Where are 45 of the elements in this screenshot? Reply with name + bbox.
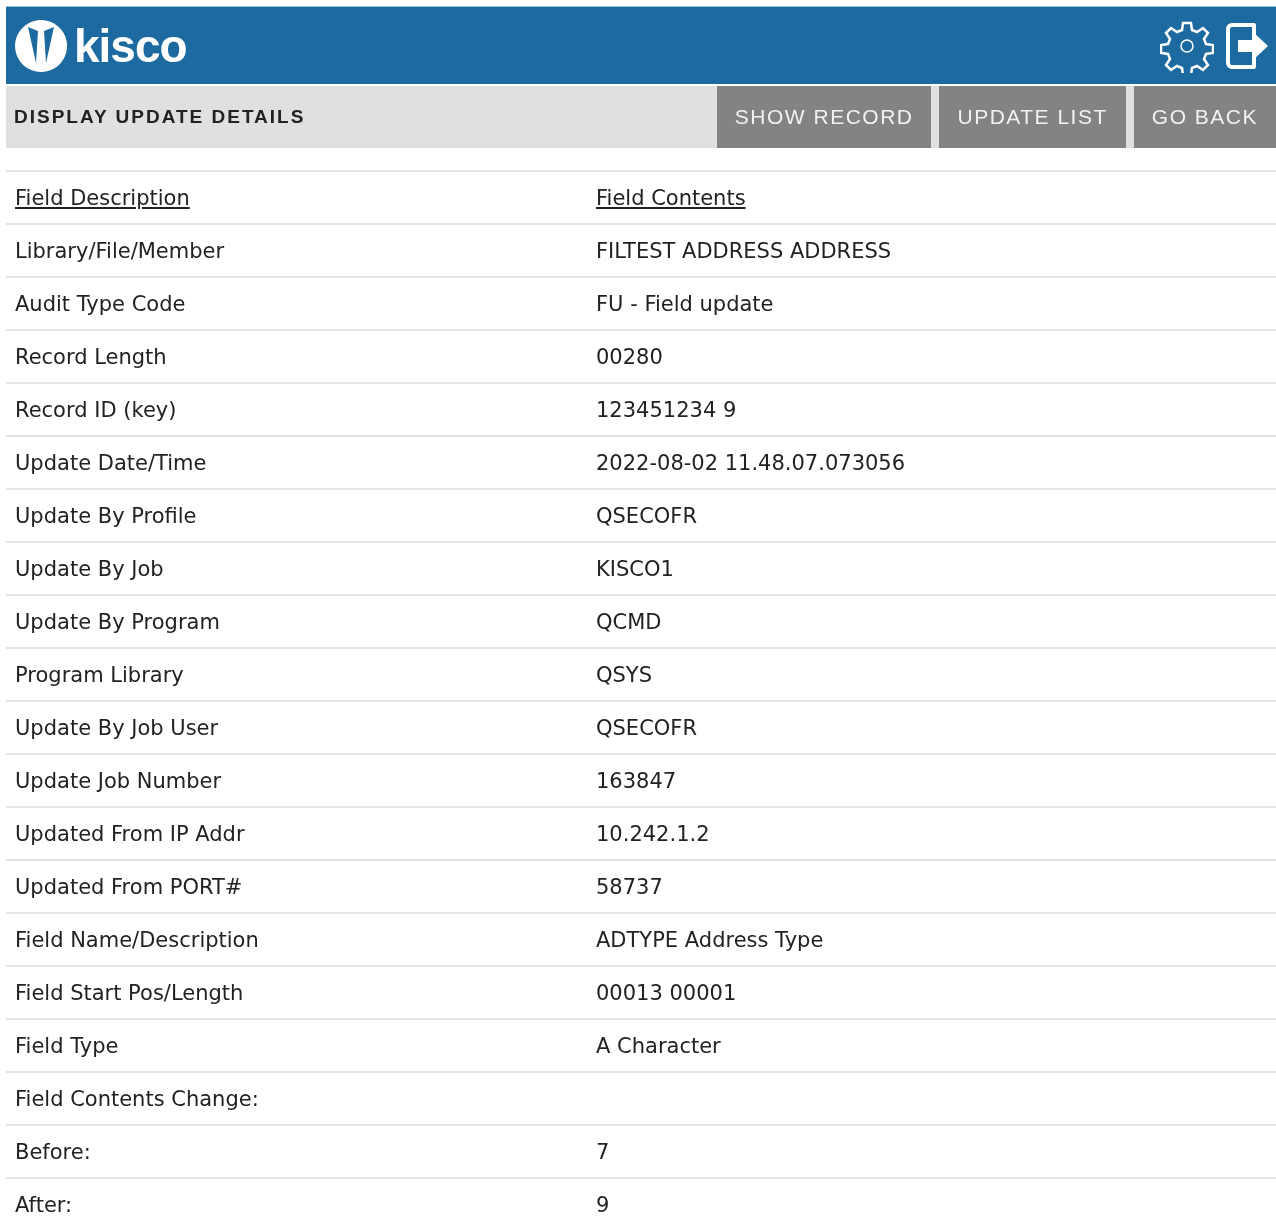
- table-cell: ADTYPE Address Type: [596, 927, 824, 952]
- table-cell: 2022-08-02 11.48.07.073056: [596, 450, 906, 475]
- toolbar-button[interactable]: SHOW RECORD: [716, 86, 932, 148]
- table-cell: FILTEST ADDRESS ADDRESS: [596, 238, 892, 263]
- table-cell: 9: [596, 1192, 610, 1217]
- table-cell: Before:: [15, 1139, 91, 1164]
- table-cell: Update By Program: [15, 609, 220, 634]
- table-cell: Field Start Pos/Length: [15, 980, 244, 1005]
- column-header: Field Description: [15, 185, 190, 210]
- table-cell: Program Library: [15, 662, 184, 687]
- table-cell: 00013 00001: [596, 980, 737, 1005]
- table-cell: Audit Type Code: [15, 291, 186, 316]
- table-cell: 10.242.1.2: [596, 821, 710, 846]
- table-cell: QSECOFR: [596, 715, 697, 740]
- table-cell: Field Contents Change:: [15, 1086, 259, 1111]
- table-cell: 00280: [596, 344, 663, 369]
- table-cell: A Character: [596, 1033, 721, 1058]
- page-title: DISPLAY UPDATE DETAILS: [13, 106, 306, 128]
- table-cell: Updated From IP Addr: [15, 821, 245, 846]
- table-cell: Update Job Number: [15, 768, 222, 793]
- logo-text: kisco: [74, 18, 187, 73]
- table-cell: Record Length: [15, 344, 167, 369]
- toolbar-button[interactable]: UPDATE LIST: [939, 86, 1126, 148]
- table-cell: QCMD: [596, 609, 662, 634]
- table-cell: 58737: [596, 874, 663, 899]
- table-cell: FU - Field update: [596, 291, 774, 316]
- toolbar-button[interactable]: GO BACK: [1133, 86, 1276, 148]
- table-cell: 7: [596, 1139, 610, 1164]
- table-cell: Update By Job: [15, 556, 164, 581]
- table-cell: 123451234 9: [596, 397, 737, 422]
- table-cell: Record ID (key): [15, 397, 177, 422]
- table-cell: QSYS: [596, 662, 653, 687]
- table-cell: QSECOFR: [596, 503, 697, 528]
- table-cell: Updated From PORT#: [15, 874, 243, 899]
- table-cell: Field Type: [15, 1033, 119, 1058]
- table-cell: Update Date/Time: [15, 450, 207, 475]
- table-cell: Update By Job User: [15, 715, 219, 740]
- table-cell: Library/File/Member: [15, 238, 225, 263]
- table-cell: KISCO1: [596, 556, 674, 581]
- table-cell: Update By Profile: [15, 503, 197, 528]
- table-cell: Field Name/Description: [15, 927, 259, 952]
- logo-icon: [14, 18, 68, 73]
- column-header: Field Contents: [596, 185, 746, 210]
- table-cell: After:: [15, 1192, 73, 1217]
- table-cell: 163847: [596, 768, 677, 793]
